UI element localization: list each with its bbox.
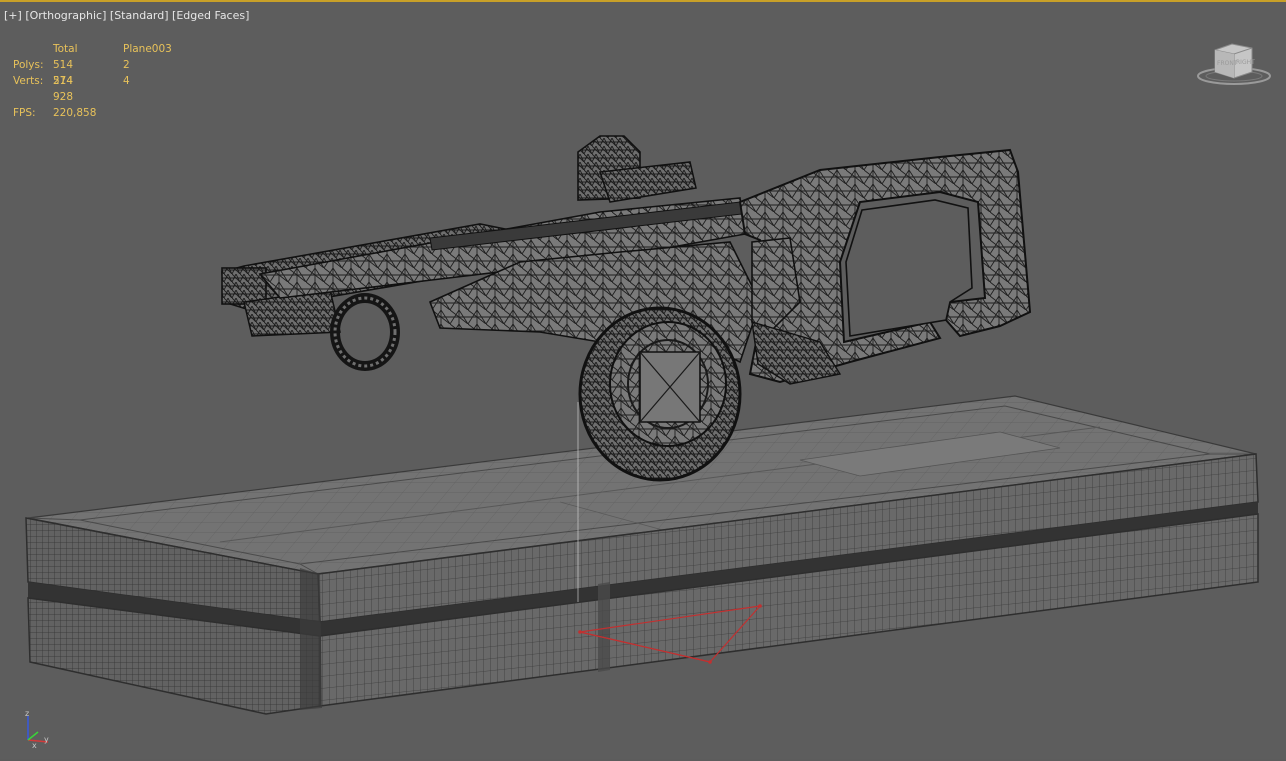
viewport-display-mode-menu[interactable]: [Edged Faces] xyxy=(172,9,249,22)
stats-header-object: Plane003 xyxy=(123,43,172,55)
stats-header-total: Total xyxy=(53,43,78,55)
viewcube-icon[interactable]: FRONT RIGHT xyxy=(1196,40,1274,88)
viewport-label-menu: [+] [Orthographic] [Standard] [Edged Fac… xyxy=(4,9,249,22)
stats-fps-label: FPS: xyxy=(13,107,36,119)
stats-verts-total: 274 928 xyxy=(53,75,74,103)
axis-x-label: x xyxy=(32,741,37,750)
stats-fps-value: 220,858 xyxy=(53,107,97,119)
viewport-perspective[interactable]: [+] [Orthographic] [Standard] [Edged Fac… xyxy=(0,0,1286,759)
stats-polys-object: 2 xyxy=(123,59,130,71)
viewport-view-menu[interactable]: [Orthographic] xyxy=(25,9,106,22)
viewport-shading-menu[interactable]: [Standard] xyxy=(110,9,169,22)
viewcube-front-face[interactable]: FRONT xyxy=(1217,60,1238,67)
stats-verts-label: Verts: xyxy=(13,75,44,87)
axis-y-label: y xyxy=(44,735,49,744)
viewport-plus-menu[interactable]: [+] xyxy=(4,9,22,22)
stats-verts-object: 4 xyxy=(123,75,130,87)
stats-polys-label: Polys: xyxy=(13,59,44,71)
axis-tripod-icon: z x y xyxy=(25,710,49,750)
axis-z-label: z xyxy=(25,710,29,718)
viewcube-right-face[interactable]: RIGHT xyxy=(1236,59,1255,66)
scene-canvas[interactable] xyxy=(0,2,1286,761)
